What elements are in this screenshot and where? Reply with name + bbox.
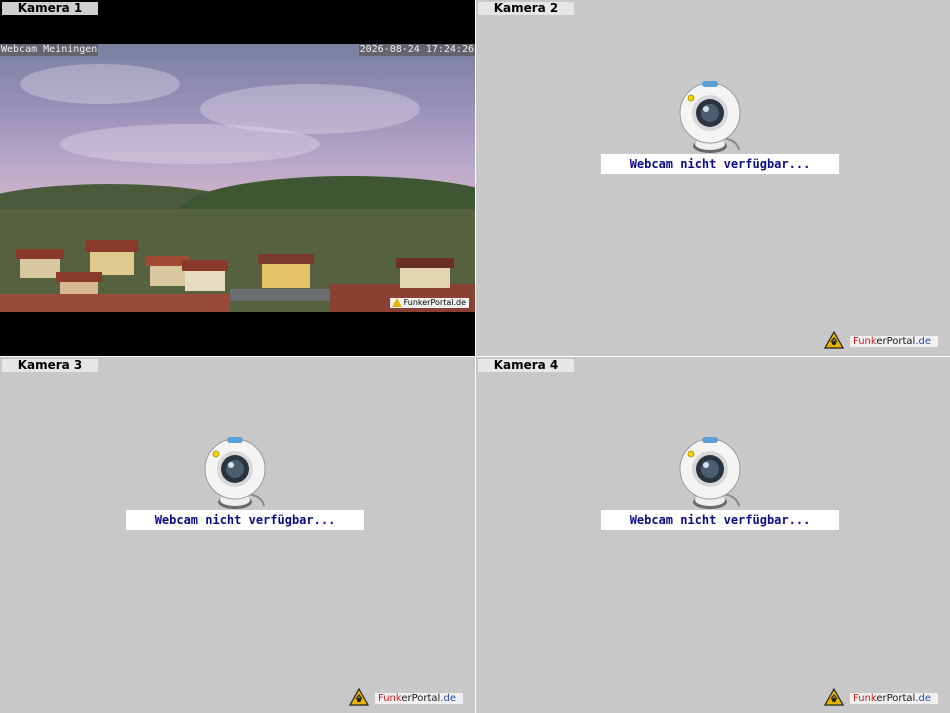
live-brand-watermark: FunkerPortal.de bbox=[389, 298, 469, 308]
brand-text: FunkerPortal.de bbox=[375, 693, 463, 704]
brand-text: FunkerPortal.de bbox=[850, 693, 938, 704]
unavailable-message: Webcam nicht verfügbar... bbox=[601, 510, 839, 530]
camera-label-4: Kamera 4 bbox=[478, 359, 574, 372]
warning-logo-icon bbox=[824, 331, 844, 349]
camera-panel-3: Kamera 3 Webcam nicht verfügbar... Funke… bbox=[0, 357, 475, 713]
camera-label-1: Kamera 1 bbox=[2, 2, 98, 15]
funkerportal-brand[interactable]: FunkerPortal.de bbox=[349, 688, 465, 706]
webcam-timestamp-overlay: 2026-08-24 17:24:26 bbox=[358, 44, 475, 56]
camera-label-3: Kamera 3 bbox=[2, 359, 98, 372]
brand-text: FunkerPortal.de bbox=[850, 336, 938, 347]
camera-panel-4: Kamera 4 Webcam nicht verfügbar... Funke… bbox=[476, 357, 950, 713]
unavailable-message: Webcam nicht verfügbar... bbox=[601, 154, 839, 174]
warning-logo-icon bbox=[349, 688, 369, 706]
webcam-location-overlay: Webcam Meiningen bbox=[0, 44, 99, 56]
camera-panel-1: Kamera 1 Webcam Meiningen 2026-08-24 17:… bbox=[0, 0, 475, 356]
funkerportal-brand[interactable]: FunkerPortal.de bbox=[824, 331, 940, 349]
camera-panel-2: Kamera 2 Webcam nicht verfügbar... Funke… bbox=[476, 0, 950, 356]
warning-logo-icon bbox=[391, 298, 402, 307]
webcam-live-image: Webcam Meiningen 2026-08-24 17:24:26 Fun… bbox=[0, 44, 475, 312]
camera-label-2: Kamera 2 bbox=[478, 2, 574, 15]
webcam-icon bbox=[679, 81, 741, 153]
webcam-icon bbox=[679, 437, 741, 509]
webcam-icon bbox=[204, 437, 266, 509]
warning-logo-icon bbox=[824, 688, 844, 706]
funkerportal-brand[interactable]: FunkerPortal.de bbox=[824, 688, 940, 706]
unavailable-message: Webcam nicht verfügbar... bbox=[126, 510, 364, 530]
